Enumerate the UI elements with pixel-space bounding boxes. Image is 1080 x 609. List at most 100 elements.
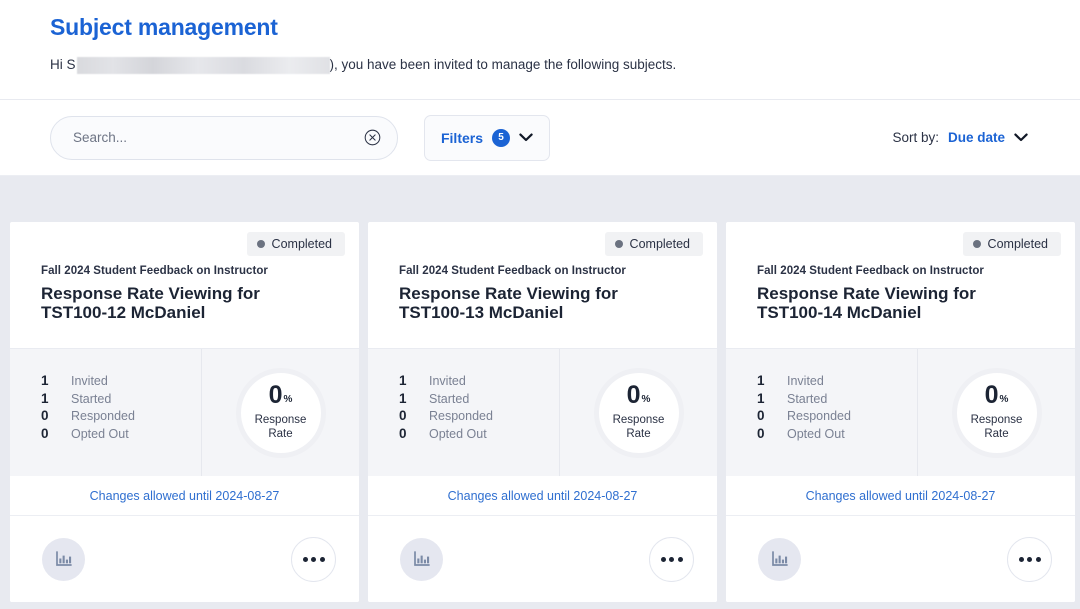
report-button[interactable] (400, 538, 443, 581)
stat-value: 0 (757, 426, 787, 441)
sort-control[interactable]: Sort by: Due date (892, 130, 1056, 145)
stat-line: 1Started (399, 391, 559, 409)
more-options-button[interactable] (649, 537, 694, 582)
stat-value: 1 (399, 391, 429, 406)
stat-line: 1Invited (41, 373, 201, 391)
response-rate-label-line1: Response (255, 414, 307, 426)
subject-cards-row: Completed Fall 2024 Student Feedback on … (0, 222, 1080, 602)
more-dot-icon (1019, 557, 1024, 562)
more-dot-icon (320, 557, 325, 562)
stat-value: 0 (41, 408, 71, 423)
changes-allowed-text[interactable]: Changes allowed until 2024-08-27 (90, 489, 280, 503)
response-rate-donut: 0 % Response Rate (236, 368, 326, 458)
chevron-down-icon[interactable] (1014, 133, 1028, 142)
status-badge: Completed (963, 232, 1061, 256)
response-rate-section: 0 % Response Rate (560, 349, 717, 476)
more-dot-icon (678, 557, 683, 562)
card-subject: Fall 2024 Student Feedback on Instructor (399, 265, 703, 277)
filters-count-badge: 5 (492, 129, 510, 147)
filters-label: Filters (441, 130, 483, 146)
badge-row: Completed (41, 232, 345, 256)
stat-label: Invited (429, 374, 466, 388)
response-rate-value-wrap: 0 % (985, 384, 1009, 412)
changes-allowed-row: Changes allowed until 2024-08-27 (368, 476, 717, 516)
search-input[interactable] (73, 130, 364, 145)
changes-allowed-text[interactable]: Changes allowed until 2024-08-27 (448, 489, 638, 503)
clear-search-icon[interactable] (364, 129, 381, 146)
card-stats: 1Invited1Started0Responded0Opted Out 0 %… (726, 348, 1075, 476)
response-rate-label: Response Rate (613, 414, 665, 441)
subject-cards-area: Completed Fall 2024 Student Feedback on … (0, 176, 1080, 609)
status-dot-icon (257, 240, 265, 248)
card-header: Completed Fall 2024 Student Feedback on … (10, 222, 359, 348)
stat-line: 1Started (41, 391, 201, 409)
more-dot-icon (311, 557, 316, 562)
stat-value: 1 (757, 391, 787, 406)
card-title: Response Rate Viewing for TST100-12 McDa… (41, 285, 323, 322)
status-badge-label: Completed (630, 237, 690, 251)
stat-value: 1 (757, 373, 787, 388)
greeting-text: Hi S ), you have been invited to manage … (50, 56, 1080, 73)
changes-allowed-text[interactable]: Changes allowed until 2024-08-27 (806, 489, 996, 503)
stat-label: Started (71, 392, 111, 406)
filters-button[interactable]: Filters 5 (424, 115, 550, 161)
stat-value: 0 (757, 408, 787, 423)
bar-chart-icon (55, 550, 73, 568)
status-dot-icon (615, 240, 623, 248)
more-dot-icon (1036, 557, 1041, 562)
report-button[interactable] (758, 538, 801, 581)
more-dot-icon (661, 557, 666, 562)
stat-value: 0 (399, 426, 429, 441)
stat-line: 0Opted Out (41, 426, 201, 444)
more-options-button[interactable] (1007, 537, 1052, 582)
stat-line: 1Invited (399, 373, 559, 391)
changes-allowed-row: Changes allowed until 2024-08-27 (726, 476, 1075, 516)
stat-line: 0Responded (41, 408, 201, 426)
stats-list: 1Invited1Started0Responded0Opted Out (726, 349, 918, 476)
subject-card[interactable]: Completed Fall 2024 Student Feedback on … (726, 222, 1075, 602)
stat-value: 1 (399, 373, 429, 388)
card-actions (726, 516, 1075, 602)
stats-list: 1Invited1Started0Responded0Opted Out (10, 349, 202, 476)
redacted-name-block (77, 57, 330, 74)
response-rate-label-line2: Rate (268, 428, 292, 440)
sort-by-value[interactable]: Due date (948, 130, 1005, 145)
status-badge: Completed (605, 232, 703, 256)
more-dot-icon (1027, 557, 1032, 562)
page-header: Subject management Hi S ), you have been… (0, 0, 1080, 100)
toolbar: Filters 5 Sort by: Due date (0, 100, 1080, 176)
card-title: Response Rate Viewing for TST100-14 McDa… (757, 285, 1039, 322)
stat-line: 0Responded (757, 408, 917, 426)
response-rate-label: Response Rate (971, 414, 1023, 441)
response-rate-unit: % (1000, 388, 1009, 411)
bar-chart-icon (771, 550, 789, 568)
status-badge: Completed (247, 232, 345, 256)
stats-list: 1Invited1Started0Responded0Opted Out (368, 349, 560, 476)
stat-label: Responded (787, 409, 851, 423)
subject-card[interactable]: Completed Fall 2024 Student Feedback on … (10, 222, 359, 602)
report-button[interactable] (42, 538, 85, 581)
stat-label: Invited (787, 374, 824, 388)
subject-card[interactable]: Completed Fall 2024 Student Feedback on … (368, 222, 717, 602)
card-stats: 1Invited1Started0Responded0Opted Out 0 %… (10, 348, 359, 476)
more-dot-icon (669, 557, 674, 562)
badge-row: Completed (757, 232, 1061, 256)
changes-allowed-row: Changes allowed until 2024-08-27 (10, 476, 359, 516)
greeting-prefix: Hi S (50, 57, 76, 72)
more-options-button[interactable] (291, 537, 336, 582)
stat-label: Responded (429, 409, 493, 423)
response-rate-unit: % (642, 388, 651, 411)
response-rate-label-line1: Response (971, 414, 1023, 426)
stat-label: Started (429, 392, 469, 406)
bar-chart-icon (413, 550, 431, 568)
search-box[interactable] (50, 116, 398, 160)
card-header: Completed Fall 2024 Student Feedback on … (726, 222, 1075, 348)
response-rate-section: 0 % Response Rate (202, 349, 359, 476)
card-header: Completed Fall 2024 Student Feedback on … (368, 222, 717, 348)
page-title: Subject management (50, 10, 1080, 44)
stat-value: 1 (41, 391, 71, 406)
response-rate-unit: % (284, 388, 293, 411)
subject-management-page: Subject management Hi S ), you have been… (0, 0, 1080, 609)
stat-line: 0Opted Out (757, 426, 917, 444)
response-rate-value: 0 (985, 384, 999, 407)
